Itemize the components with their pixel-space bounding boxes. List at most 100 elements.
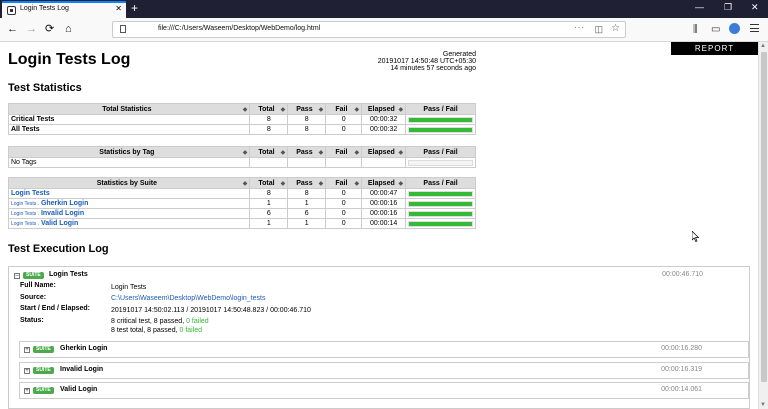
column-header-name[interactable]: Statistics by Tag ◆: [7, 146, 251, 158]
sidebar-icon[interactable]: ▭: [711, 24, 720, 35]
column-header-pass[interactable]: Pass ◆: [287, 146, 327, 158]
file-icon: [120, 25, 126, 33]
row-fail: 0: [325, 218, 363, 229]
column-header-fail[interactable]: Fail ◆: [325, 177, 363, 189]
column-header-elapsed[interactable]: Elapsed ◆: [361, 177, 407, 189]
column-header-fail[interactable]: Fail ◆: [325, 146, 363, 158]
expand-toggle[interactable]: +: [24, 347, 30, 353]
expand-toggle[interactable]: +: [24, 388, 30, 394]
table-row: All Tests 8 8 0 00:00:32: [7, 124, 476, 135]
suite-prefix: Login Tests .: [11, 211, 39, 217]
column-header-total[interactable]: Total ◆: [249, 103, 289, 115]
scroll-up-icon[interactable]: ▲: [760, 43, 766, 49]
row-pass-fail: [405, 218, 476, 229]
column-header-total[interactable]: Total ◆: [249, 146, 289, 158]
vertical-scrollbar[interactable]: ▲ ▼: [758, 42, 768, 409]
column-header-fail[interactable]: Fail ◆: [325, 103, 363, 115]
suite-valid-login[interactable]: + SUITE Valid Login 00:00:14.061: [19, 382, 749, 399]
scrollbar-thumb[interactable]: [761, 52, 767, 382]
source-link[interactable]: C:\Users\Waseem\Desktop\WebDemo\login_te…: [111, 295, 265, 302]
pass-bar: [408, 116, 473, 123]
suite-name[interactable]: Gherkin Login: [60, 345, 107, 352]
pass-bar: [408, 159, 473, 166]
home-icon[interactable]: ⌂: [65, 23, 72, 35]
hamburger-menu-icon[interactable]: [750, 24, 759, 32]
row-elapsed: 00:00:16: [361, 198, 407, 209]
row-fail: 0: [325, 188, 363, 199]
table-row: No Tags: [7, 157, 476, 168]
row-name: Login Tests . Valid Login: [7, 218, 251, 229]
table-row: Login Tests . Invalid Login 6 6 0 00:00:…: [7, 208, 476, 219]
row-pass-fail: [405, 157, 476, 168]
account-avatar-icon[interactable]: [729, 23, 740, 34]
suite-name[interactable]: Valid Login: [60, 386, 97, 393]
close-window-icon[interactable]: ✕: [751, 2, 759, 13]
row-pass-fail: [405, 208, 476, 219]
scroll-down-icon[interactable]: ▼: [760, 402, 766, 408]
suite-elapsed: 00:00:14.061: [661, 386, 702, 393]
column-header-pass-fail[interactable]: Pass / Fail: [405, 103, 476, 115]
suite-link-valid-login[interactable]: Valid Login: [41, 220, 78, 227]
pass-bar: [408, 220, 473, 227]
row-elapsed: 00:00:16: [361, 208, 407, 219]
pocket-icon[interactable]: ◫: [594, 24, 603, 35]
suite-statistics-table: Statistics by Suite ◆ Total ◆ Pass ◆ Fail ◆ …: [7, 177, 476, 229]
column-header-elapsed[interactable]: Elapsed ◆: [361, 103, 407, 115]
suite-invalid-login[interactable]: + SUITE Invalid Login 00:00:16.319: [19, 362, 749, 379]
suite-link-login-tests[interactable]: Login Tests: [11, 190, 50, 197]
close-tab-icon[interactable]: ✕: [115, 4, 122, 13]
collapse-toggle[interactable]: –: [14, 273, 20, 279]
column-header-pass[interactable]: Pass ◆: [287, 103, 327, 115]
tab-bar: Login Tests Log ✕ + — ❐ ✕: [0, 0, 768, 18]
column-header-pass-fail[interactable]: Pass / Fail: [405, 146, 476, 158]
page-actions-icon[interactable]: ···: [574, 23, 585, 32]
row-name: Login Tests . Gherkin Login: [7, 198, 251, 209]
suite-gherkin-login[interactable]: + SUITE Gherkin Login 00:00:16.280: [19, 341, 749, 358]
tab-title: Login Tests Log: [20, 5, 69, 12]
status-label: Status:: [20, 317, 44, 324]
table-row: Login Tests . Gherkin Login 1 1 0 00:00:…: [7, 198, 476, 209]
bookmark-star-icon[interactable]: ☆: [611, 23, 620, 34]
expand-toggle[interactable]: +: [24, 368, 30, 374]
suite-name[interactable]: Login Tests: [49, 271, 88, 278]
test-statistics-heading: Test Statistics: [8, 82, 82, 94]
times-value: 20191017 14:50:02.113 / 20191017 14:50:4…: [111, 307, 311, 314]
minimize-icon[interactable]: —: [695, 2, 704, 12]
mouse-cursor-icon: [692, 231, 700, 242]
suite-name[interactable]: Invalid Login: [60, 366, 103, 373]
column-header-pass[interactable]: Pass ◆: [287, 177, 327, 189]
row-fail: 0: [325, 208, 363, 219]
column-header-name[interactable]: Total Statistics ◆: [7, 103, 251, 115]
row-total: [249, 157, 289, 168]
forward-icon[interactable]: →: [26, 23, 37, 35]
table-row: Critical Tests 8 8 0 00:00:32: [7, 114, 476, 125]
status-line-1: 8 critical test, 8 passed, 0 failed: [111, 318, 209, 325]
tab-login-tests-log[interactable]: Login Tests Log ✕: [2, 1, 126, 18]
column-header-pass-fail[interactable]: Pass / Fail: [405, 177, 476, 189]
generated-info: Generated 20191017 14:50:48 UTC+05:30 14…: [330, 51, 476, 72]
suite-elapsed: 00:00:46.710: [662, 271, 703, 278]
url-text[interactable]: file:///C:/Users/Waseem/Desktop/WebDemo/…: [158, 25, 320, 32]
column-header-total[interactable]: Total ◆: [249, 177, 289, 189]
library-icon[interactable]: ⫼: [693, 24, 698, 35]
report-button[interactable]: REPORT: [671, 42, 758, 55]
row-elapsed: 00:00:32: [361, 124, 407, 135]
suite-elapsed: 00:00:16.280: [661, 345, 702, 352]
column-header-name[interactable]: Statistics by Suite ◆: [7, 177, 251, 189]
row-pass: [287, 157, 327, 168]
suite-badge: SUITE: [33, 387, 54, 394]
row-total: 6: [249, 208, 289, 219]
reload-icon[interactable]: ⟳: [45, 23, 54, 35]
back-icon[interactable]: ←: [7, 23, 18, 35]
suite-link-gherkin-login[interactable]: Gherkin Login: [41, 200, 88, 207]
column-header-elapsed[interactable]: Elapsed ◆: [361, 146, 407, 158]
suite-link-invalid-login[interactable]: Invalid Login: [41, 210, 84, 217]
row-fail: [325, 157, 363, 168]
restore-icon[interactable]: ❐: [724, 2, 732, 13]
row-total: 8: [249, 114, 289, 125]
row-fail: 0: [325, 124, 363, 135]
new-tab-button[interactable]: +: [131, 0, 138, 16]
generated-ago: 14 minutes 57 seconds ago: [390, 65, 476, 72]
row-name: All Tests: [7, 124, 251, 135]
url-bar[interactable]: file:///C:/Users/Waseem/Desktop/WebDemo/…: [112, 21, 626, 38]
